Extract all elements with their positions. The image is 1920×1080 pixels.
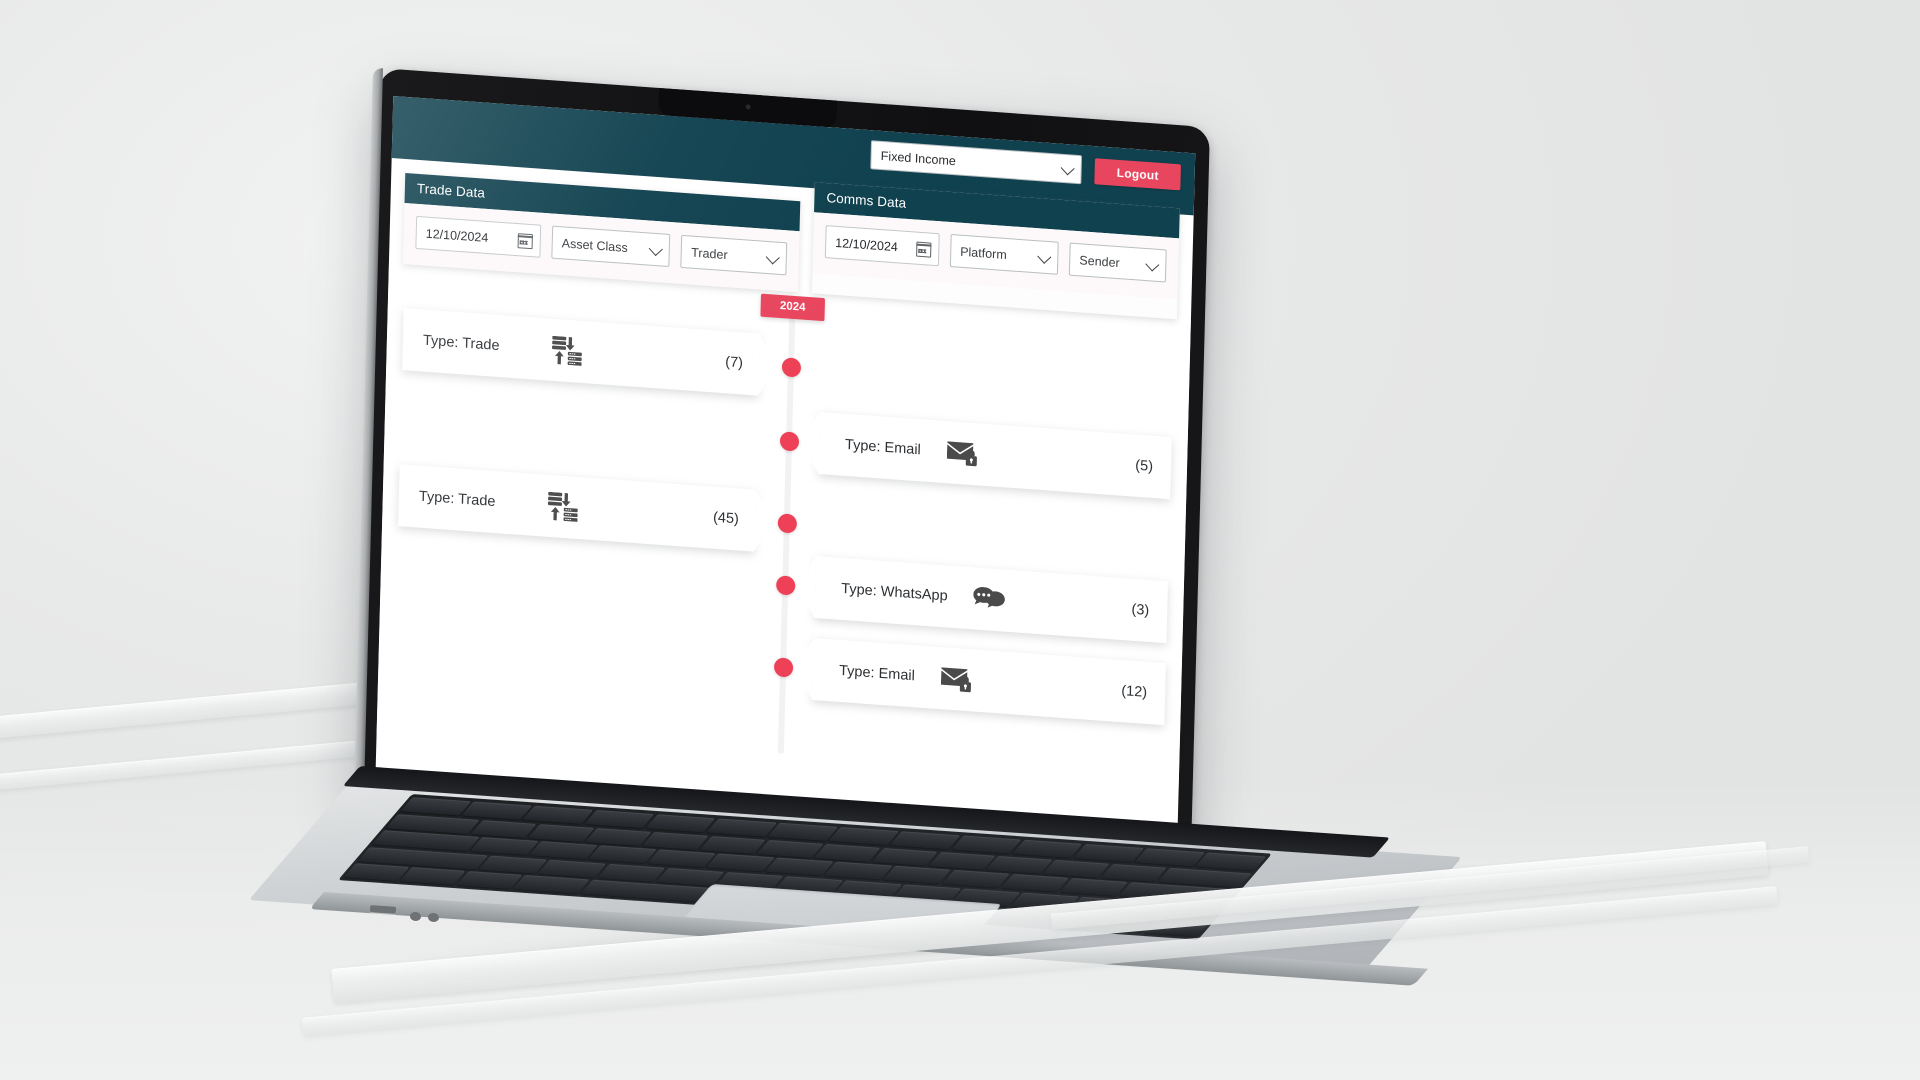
thunderbolt-port: [409, 911, 422, 922]
timeline-year-badge: 2024: [760, 293, 825, 322]
calendar-icon[interactable]: [915, 241, 932, 258]
asset-selector-value: Fixed Income: [880, 148, 957, 168]
trader-select[interactable]: Trader: [680, 234, 788, 276]
timeline-event-card[interactable]: Type: Trade: [402, 308, 760, 396]
asset-selector[interactable]: Fixed Income: [870, 140, 1083, 185]
timeline-event-card[interactable]: Type: Email: [812, 638, 1166, 726]
event-count: (7): [725, 354, 744, 372]
calendar-icon[interactable]: [517, 232, 533, 249]
event-label: Type: Trade: [422, 332, 500, 355]
trade-date-value: 12/10/2024: [425, 226, 489, 245]
data-exchange-icon: [547, 491, 578, 522]
browser-viewport: Fixed Income Logout Trade Data 12/10/202…: [375, 96, 1196, 842]
timeline-spine: [778, 313, 796, 755]
chevron-down-icon: [1145, 256, 1160, 272]
event-count: (3): [1131, 601, 1150, 619]
timeline-dot[interactable]: [775, 575, 796, 596]
timeline-dot[interactable]: [777, 513, 797, 534]
event-count: (45): [712, 509, 740, 528]
data-exchange-icon: [551, 335, 582, 366]
platform-value: Platform: [959, 244, 1007, 262]
sender-value: Sender: [1079, 252, 1120, 270]
trader-value: Trader: [691, 245, 728, 262]
platform-select[interactable]: Platform: [949, 234, 1059, 275]
timeline-dot[interactable]: [779, 431, 799, 452]
chevron-down-icon: [765, 249, 780, 264]
chat-bubbles-icon: [973, 586, 1006, 613]
event-label: Type: Trade: [418, 488, 496, 511]
event-label: Type: Email: [844, 436, 921, 459]
sender-select[interactable]: Sender: [1068, 242, 1167, 283]
comms-date-input[interactable]: 12/10/2024: [824, 225, 940, 267]
event-count: (5): [1135, 457, 1154, 475]
event-label: Type: WhatsApp: [841, 580, 948, 605]
thunderbolt-port: [427, 912, 440, 923]
timeline-event-card[interactable]: Type: WhatsApp (3): [814, 556, 1169, 644]
timeline-event-card[interactable]: Type: Email: [818, 412, 1172, 500]
chevron-down-icon: [1037, 249, 1052, 264]
event-label: Type: Email: [838, 662, 916, 685]
asset-class-select[interactable]: Asset Class: [551, 225, 671, 268]
secure-email-icon: [940, 665, 973, 694]
event-timeline: 2024 Type: Trade (7) Type: Email (5) Typ…: [376, 263, 1191, 791]
secure-email-icon: [946, 439, 979, 468]
asset-class-value: Asset Class: [561, 235, 628, 255]
comms-date-value: 12/10/2024: [835, 235, 899, 254]
timeline-dot[interactable]: [781, 357, 801, 378]
laptop-lid: Fixed Income Logout Trade Data 12/10/202…: [353, 67, 1210, 868]
trade-date-input[interactable]: 12/10/2024: [415, 215, 542, 258]
webcam-icon: [745, 104, 751, 110]
timeline-dot[interactable]: [773, 657, 794, 678]
timeline-event-card[interactable]: Type: Trade: [398, 464, 756, 552]
logout-button[interactable]: Logout: [1094, 157, 1181, 190]
event-count: (12): [1121, 683, 1148, 701]
chevron-down-icon: [1060, 160, 1075, 175]
chevron-down-icon: [649, 241, 664, 256]
